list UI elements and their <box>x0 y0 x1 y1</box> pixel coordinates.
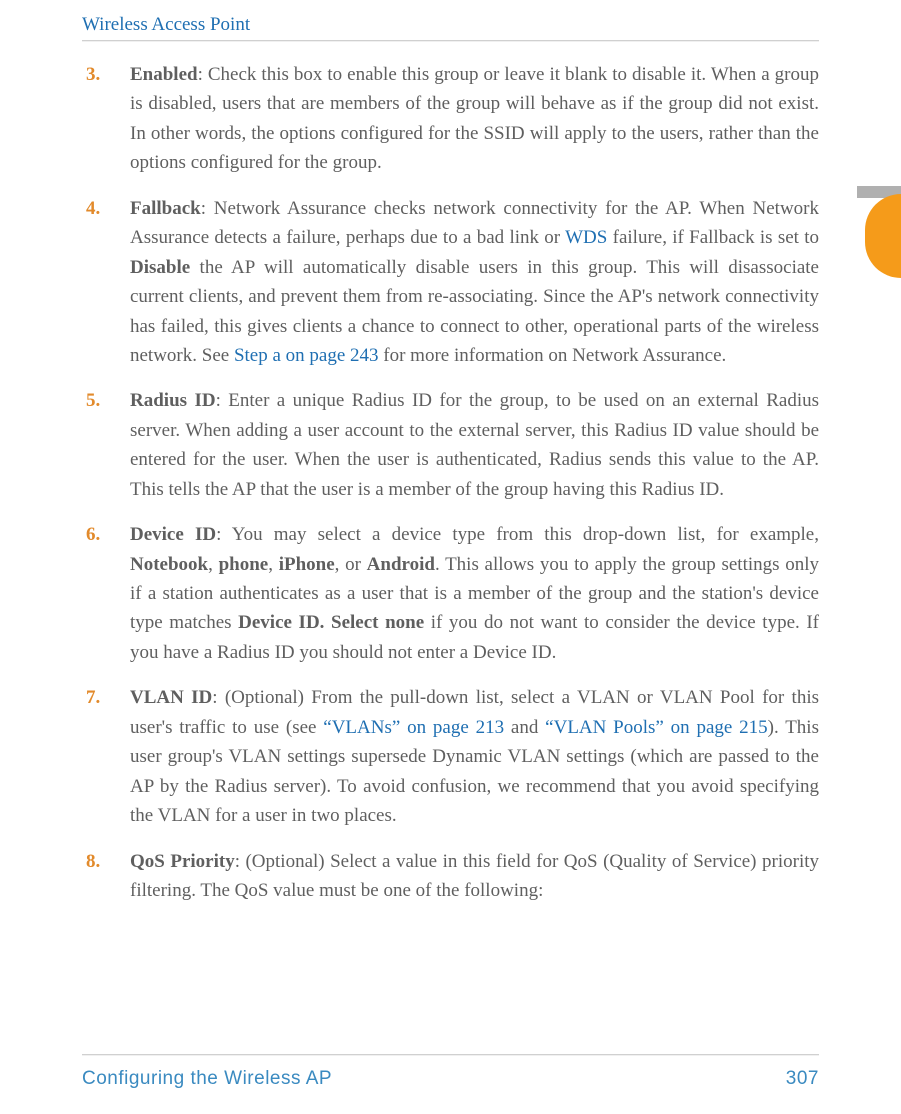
item-number: 3. <box>82 60 130 178</box>
list-item: 4. Fallback: Network Assurance checks ne… <box>82 194 819 371</box>
item-number: 4. <box>82 194 130 371</box>
list-item: 7. VLAN ID: (Optional) From the pull-dow… <box>82 683 819 830</box>
footer-left: Configuring the Wireless AP <box>82 1068 332 1090</box>
item-text: Radius ID: Enter a unique Radius ID for … <box>130 386 819 504</box>
item-number: 8. <box>82 847 130 906</box>
running-header: Wireless Access Point <box>82 0 819 40</box>
body-text: 3. Enabled: Check this box to enable thi… <box>82 60 819 905</box>
item-text: VLAN ID: (Optional) From the pull-down l… <box>130 683 819 830</box>
item-text: Enabled: Check this box to enable this g… <box>130 60 819 178</box>
item-text: Fallback: Network Assurance checks netwo… <box>130 194 819 371</box>
footer-rule <box>82 1054 819 1056</box>
footer: Configuring the Wireless AP 307 <box>82 1068 819 1090</box>
list-item: 3. Enabled: Check this box to enable thi… <box>82 60 819 178</box>
item-number: 7. <box>82 683 130 830</box>
header-rule <box>82 40 819 42</box>
item-number: 6. <box>82 520 130 667</box>
list-item: 8. QoS Priority: (Optional) Select a val… <box>82 847 819 906</box>
side-tab <box>865 194 901 278</box>
list-item: 5. Radius ID: Enter a unique Radius ID f… <box>82 386 819 504</box>
footer-page-number: 307 <box>786 1068 819 1090</box>
item-text: QoS Priority: (Optional) Select a value … <box>130 847 819 906</box>
list-item: 6. Device ID: You may select a device ty… <box>82 520 819 667</box>
item-text: Device ID: You may select a device type … <box>130 520 819 667</box>
item-number: 5. <box>82 386 130 504</box>
